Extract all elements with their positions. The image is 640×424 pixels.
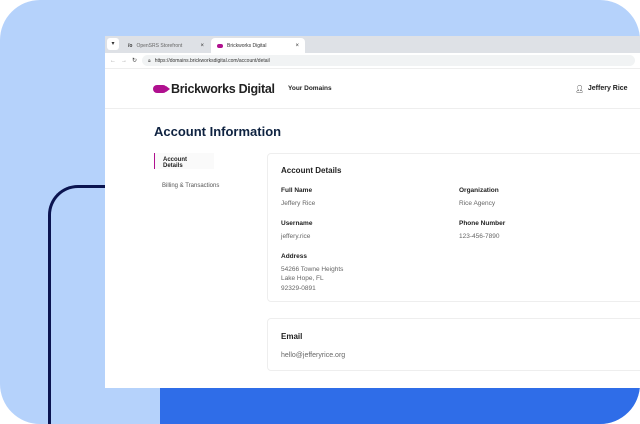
user-icon: 👤︎	[575, 85, 584, 93]
browser-window: ▾ /o OpenSRS Storefront × Brickworks Digit…	[105, 36, 640, 388]
label: Full Name	[281, 187, 313, 194]
account-details-card: Account Details Full Name Jeffery Rice Or…	[267, 153, 640, 302]
brand-name: Brickworks Digital	[171, 81, 275, 96]
tab-label: Brickworks Digital	[227, 42, 267, 49]
field-organization: Organization Rice Agency	[459, 186, 499, 208]
user-menu[interactable]: 👤︎ Jeffery Rice	[575, 85, 628, 93]
reload-icon[interactable]: ↻	[132, 57, 137, 64]
field-phone: Phone Number 123-456-7890	[459, 219, 505, 241]
tab-list-button[interactable]: ▾	[107, 38, 119, 50]
email-value: hello@jefferyrice.org	[281, 352, 346, 359]
label: Organization	[459, 187, 499, 194]
address-line: Lake Hope, FL	[281, 275, 324, 282]
forward-icon[interactable]: →	[121, 58, 127, 64]
tab-label: OpenSRS Storefront	[136, 42, 183, 49]
card-title: Account Details	[281, 166, 342, 175]
value: jeffery.rice	[281, 232, 311, 240]
opensrs-icon: /o	[128, 42, 133, 49]
page-title: Account Information	[154, 124, 282, 139]
brand-logo[interactable]: Brickworks Digital	[153, 82, 275, 96]
lock-icon: 🔒︎	[148, 57, 151, 64]
address-bar-row: ← → ↻ 🔒︎ https://domains.brickworksdigital.…	[105, 53, 640, 69]
sidebar: Account Details Billing & Transactions	[154, 153, 227, 205]
email-card: Email hello@jefferyrice.org	[267, 318, 640, 371]
address-line: 92329-0891	[281, 284, 316, 292]
tab-brickworks[interactable]: Brickworks Digital ×	[211, 38, 305, 53]
site-header: Brickworks Digital Your Domains 👤︎ Jeffer…	[105, 69, 640, 109]
value: 123-456-7890	[459, 232, 500, 240]
card-title: Email	[281, 332, 303, 341]
address-line: 54266 Towne Heights	[281, 265, 344, 273]
field-address: Address 54266 Towne Heights Lake Hope, FL 9…	[281, 252, 343, 293]
sidebar-item-account-details[interactable]: Account Details	[154, 153, 214, 169]
tab-bar: ▾ /o OpenSRS Storefront × Brickworks Digit…	[105, 36, 640, 53]
close-icon[interactable]: ×	[200, 43, 204, 49]
label: Address	[281, 253, 308, 260]
logo-icon	[153, 84, 170, 93]
user-name: Jeffery Rice	[587, 85, 628, 92]
url-text: https://domains.brickworksdigital.com/ac…	[154, 57, 270, 64]
label: Phone Number	[459, 220, 506, 227]
back-icon[interactable]: ←	[110, 58, 116, 64]
tab-opensrs[interactable]: /o OpenSRS Storefront ×	[122, 38, 210, 53]
brickworks-favicon	[217, 43, 223, 48]
value: Rice Agency	[459, 199, 496, 207]
sidebar-item-billing[interactable]: Billing & Transactions	[154, 179, 227, 195]
field-username: Username jeffery.rice	[281, 219, 312, 241]
label: Username	[281, 220, 313, 227]
value: Jeffery Rice	[281, 199, 316, 207]
nav-your-domains[interactable]: Your Domains	[288, 85, 332, 92]
field-full-name: Full Name Jeffery Rice	[281, 186, 315, 208]
url-input[interactable]: 🔒︎ https://domains.brickworksdigital.com/…	[142, 55, 635, 66]
close-icon[interactable]: ×	[295, 43, 299, 49]
